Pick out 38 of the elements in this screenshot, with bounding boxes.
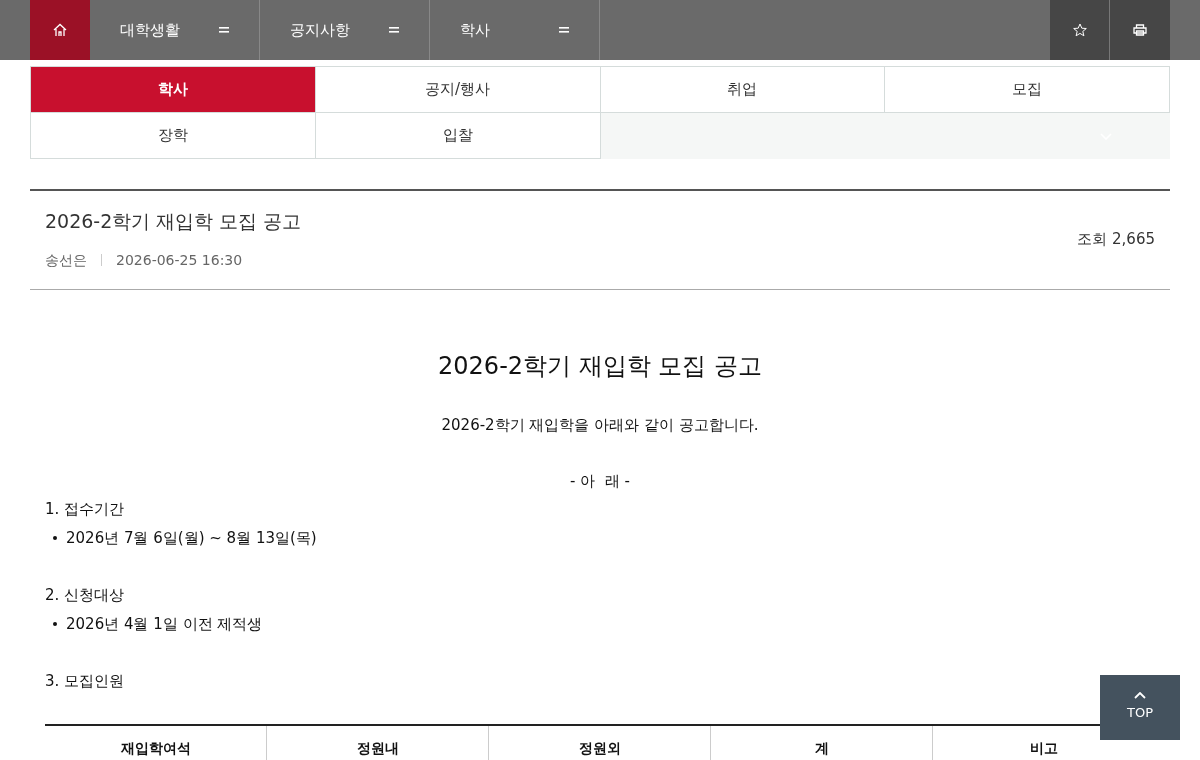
nav-menu[interactable]: 학사 <box>430 0 600 60</box>
category-tab[interactable]: 모집 <box>885 67 1170 113</box>
view-count: 조회 2,665 <box>1077 228 1155 250</box>
table-header-cell: 재입학여석 <box>45 725 267 760</box>
article-heading: 2026-2학기 재입학 모집 공고 <box>437 350 763 382</box>
intro-text: 2026-2학기 재입학을 아래와 같이 공고합니다. <box>440 414 760 436</box>
section-title: 3. 모집인원 <box>45 670 125 692</box>
menu-icon <box>219 26 229 34</box>
menu-icon <box>559 26 569 34</box>
bullet-icon <box>53 536 57 540</box>
star-icon <box>1072 23 1087 37</box>
print-button[interactable] <box>1110 0 1170 60</box>
nav-menu[interactable]: 대학생활 <box>90 0 260 60</box>
nav-menu[interactable]: 공지사항 <box>260 0 430 60</box>
note-text: - 아 래 - <box>569 471 631 492</box>
home-icon <box>53 23 67 37</box>
print-icon <box>1133 24 1147 36</box>
table-header-cell: 정원외 <box>489 725 711 760</box>
table-header-cell: 계 <box>711 725 933 760</box>
category-tab[interactable]: 학사 <box>31 67 316 113</box>
category-tab[interactable]: 공지/행사 <box>315 67 601 113</box>
article-title: 2026-2학기 재입학 모집 공고 <box>45 209 302 234</box>
section-title: 2. 신청대상 <box>45 584 125 606</box>
post-date: 2026-06-25 16:30 <box>116 250 243 270</box>
bullet-text: 2026년 7월 6일(월) ~ 8월 13일(목) <box>66 527 317 549</box>
category-tab[interactable]: 입찰 <box>315 113 601 159</box>
table-header-cell: 정원내 <box>267 725 489 760</box>
section-title: 1. 접수기간 <box>45 498 125 520</box>
menu-icon <box>389 26 399 34</box>
bullet-icon <box>53 622 57 626</box>
top-button[interactable]: TOP <box>1100 675 1180 740</box>
chevron-up-icon <box>1134 692 1146 700</box>
table-header-cell-text: 비고 <box>1029 738 1059 758</box>
category-tab[interactable]: 취업 <box>600 67 886 113</box>
home-button[interactable] <box>30 0 90 60</box>
category-tab[interactable]: 장학 <box>31 113 316 159</box>
bullet-text: 2026년 4월 1일 이전 제적생 <box>66 613 263 635</box>
author-name: 송선은 <box>45 250 87 270</box>
